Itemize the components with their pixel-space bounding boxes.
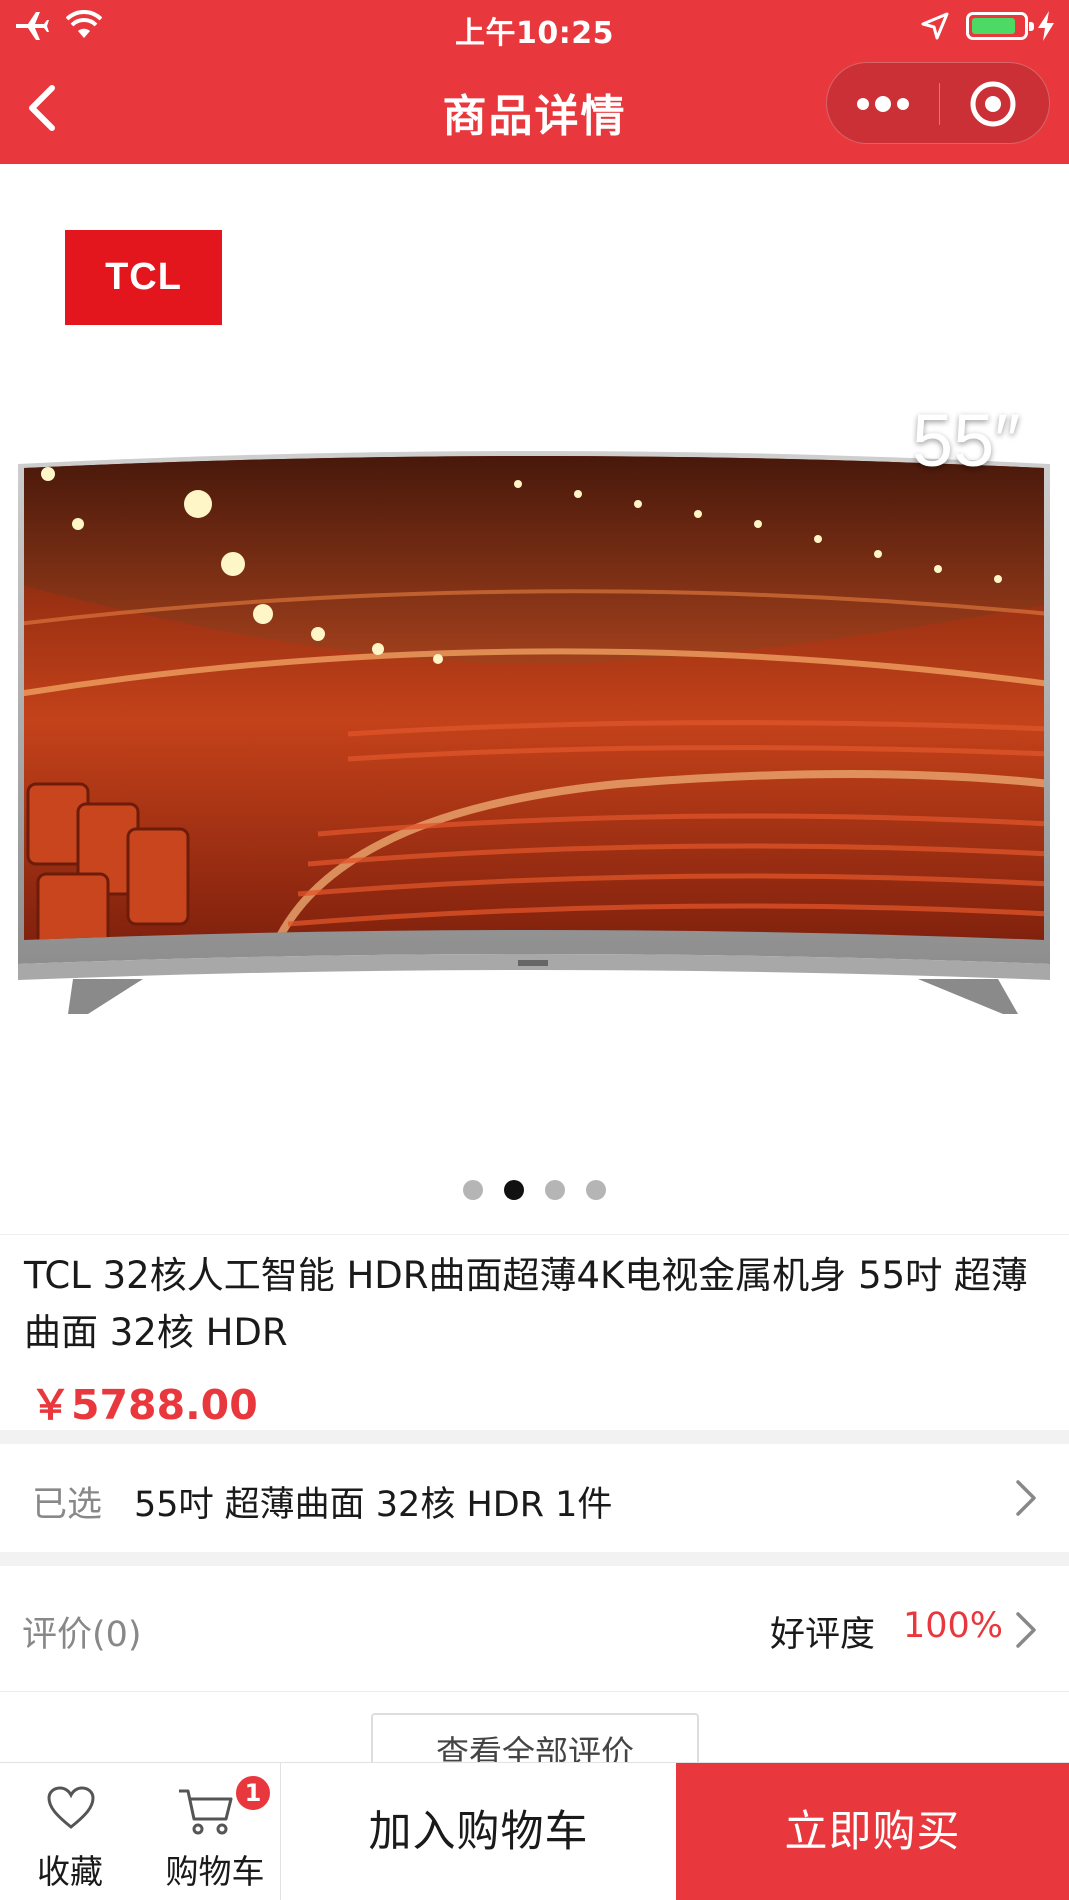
favorite-button[interactable]: 收藏 [20,1763,120,1900]
carousel-dot[interactable] [463,1180,483,1200]
battery-cap [1029,22,1034,31]
bottom-action-bar: 收藏 1 购物车 加入购物车 立即购买 [0,1762,1069,1900]
status-bar: 上午10:25 [0,0,1069,52]
reviews-row[interactable]: 评价(0) 好评度 100% [0,1566,1069,1692]
screen-size-label: 55″ [912,399,1021,482]
section-divider [0,1552,1069,1566]
positive-rate-value: 100% [903,1606,1004,1646]
section-divider [0,1430,1069,1444]
brand-logo: TCL [65,230,222,325]
chevron-right-icon [1016,1612,1036,1648]
selected-value: 55吋 超薄曲面 32核 HDR 1件 [134,1485,613,1525]
add-to-cart-button[interactable]: 加入购物车 [281,1763,676,1900]
cart-count-badge: 1 [233,1773,273,1813]
product-price: ￥5788.00 [30,1381,258,1429]
selected-label: 已选 [32,1485,103,1525]
more-dots-icon [857,96,909,112]
carousel-indicator [0,1180,1069,1200]
heart-icon [47,1786,95,1829]
close-mini-program-button[interactable] [940,63,1051,145]
carousel-dot[interactable] [586,1180,606,1200]
top-bar: 上午10:25 商品详情 [0,0,1069,164]
close-target-icon [970,81,1016,127]
cart-label: 购物车 [165,1852,265,1891]
status-time: 上午10:25 [455,16,614,51]
product-info: TCL 32核人工智能 HDR曲面超薄4K电视金属机身 55吋 超薄曲面 32核… [0,1234,1069,1430]
charging-bolt-icon [1038,11,1054,41]
selected-spec-row[interactable]: 已选 55吋 超薄曲面 32核 HDR 1件 [0,1444,1069,1552]
battery-fill [972,18,1015,34]
location-arrow-icon [921,12,949,40]
positive-rate-label: 好评度 [770,1615,876,1655]
more-menu-button[interactable] [827,63,939,145]
cart-button[interactable]: 1 购物车 [150,1763,280,1900]
nav-bar: 商品详情 [0,52,1069,164]
battery-icon [966,12,1034,40]
reviews-count-label: 评价(0) [22,1615,142,1655]
chevron-right-icon [1016,1480,1036,1516]
mini-program-capsule [826,62,1050,144]
carousel-dot[interactable] [545,1180,565,1200]
carousel-dot[interactable] [504,1180,524,1200]
product-tv-image [18,451,1050,1014]
product-name: TCL 32核人工智能 HDR曲面超薄4K电视金属机身 55吋 超薄曲面 32核… [24,1254,1028,1354]
favorite-label: 收藏 [37,1852,103,1891]
product-image-carousel[interactable]: TCL 55″ [0,164,1069,1234]
buy-now-button[interactable]: 立即购买 [676,1763,1069,1900]
cart-icon [179,1789,233,1835]
